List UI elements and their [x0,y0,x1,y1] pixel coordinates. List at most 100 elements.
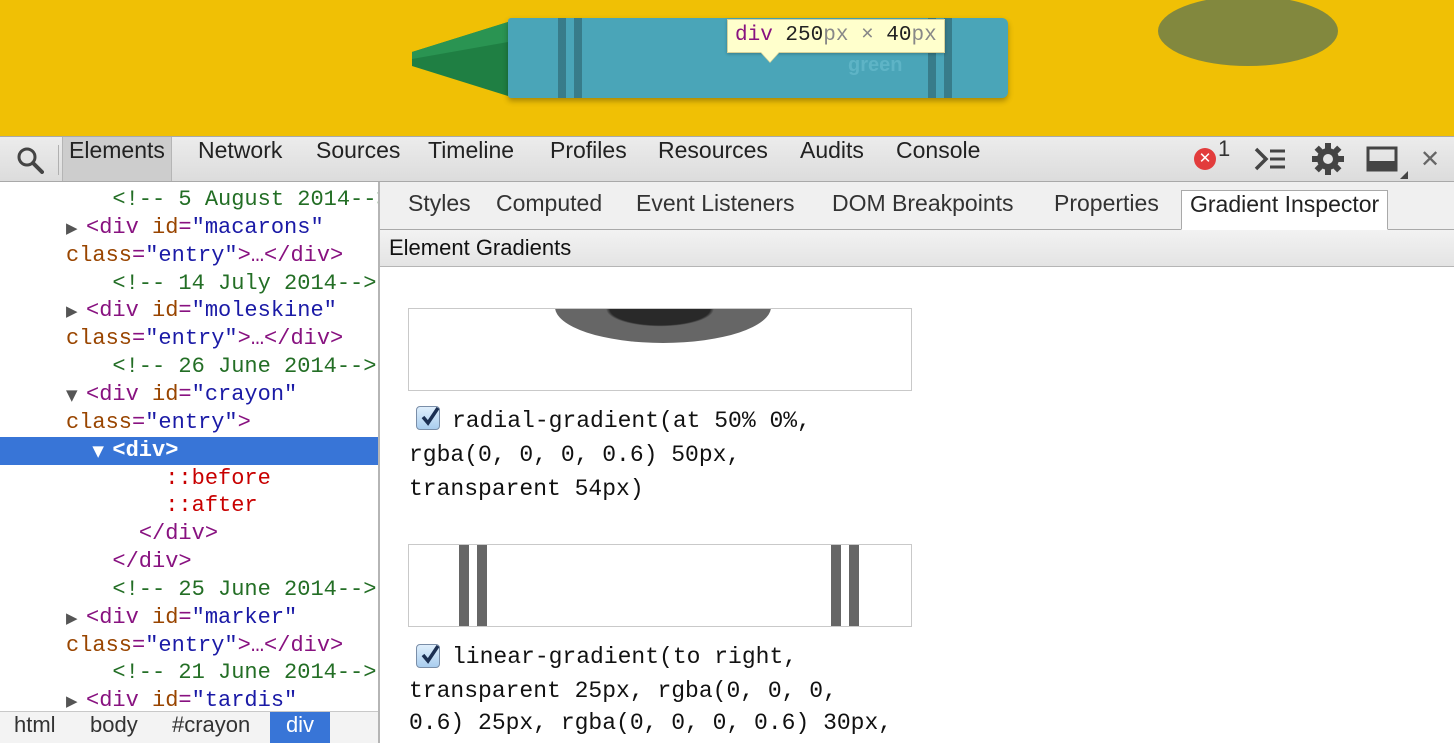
breadcrumb-div[interactable]: div [270,712,330,743]
tree-token: = [132,243,146,268]
gradient-preview [408,544,912,627]
crayon-tip [412,22,508,96]
tree-node[interactable]: class="entry"> [0,409,378,437]
tree-node[interactable]: ▶ <div id="marker" [0,604,378,632]
tree-token: <div [86,688,153,711]
tree-token: <div> [112,438,179,463]
error-count[interactable]: 1 [1218,136,1230,182]
tab-timeline[interactable]: Timeline [422,137,520,181]
tree-node[interactable]: ::after [0,492,378,520]
tree-node[interactable]: ▼ <div id="crayon" [0,381,378,409]
tree-token: id [152,605,179,630]
tree-token: "entry" [145,243,238,268]
tree-node[interactable]: class="entry">…</div> [0,632,378,660]
tree-node[interactable]: class="entry">…</div> [0,325,378,353]
elements-tree[interactable]: <!-- 5 August 2014--> ▶ <div id="macarons"… [0,182,378,711]
tab-styles[interactable]: Styles [400,190,479,230]
tree-token: id [152,215,179,240]
tree-token: = [132,326,146,351]
tooltip-tag: div [735,24,773,47]
breadcrumb-html[interactable]: html [6,712,64,743]
tab-console[interactable]: Console [890,137,986,181]
tree-node[interactable]: <!-- 14 July 2014--> [0,270,378,298]
expand-triangle-icon[interactable]: ▼ [92,437,112,465]
search-icon[interactable] [16,146,44,174]
tree-node[interactable]: <!-- 21 June 2014--> [0,659,378,687]
tree-token: "tardis" [191,688,298,711]
tree-token: <!-- 5 August 2014--> [112,187,378,212]
tab-gradient-inspector[interactable]: Gradient Inspector [1181,190,1389,230]
tree-node[interactable]: ▶ <div id="macarons" [0,214,378,242]
tree-token: "entry" [145,633,238,658]
devtools-toolbar: Elements Network Sources Timeline Profil… [0,136,1454,182]
tree-node[interactable]: </div> [0,548,378,576]
crayon-label: green [848,54,903,76]
expand-triangle-icon[interactable]: ▼ [66,381,86,409]
gear-icon[interactable] [1311,142,1345,176]
error-icon[interactable]: ✕ [1194,148,1216,170]
tree-token: "moleskine" [191,298,337,323]
tree-token: <div [86,298,153,323]
tree-node[interactable]: ::before [0,465,378,493]
check-icon [421,645,440,664]
breadcrumb-body[interactable]: body [82,712,146,743]
page-preview: green div 250px × 40px [0,0,1454,136]
tree-token: >…</div> [237,633,344,658]
tree-token: <div [86,605,153,630]
close-icon[interactable]: ✕ [1420,146,1442,172]
tree-token: = [178,298,192,323]
gradient-text-line: transparent 25px, rgba(0, 0, 0, [409,678,837,704]
tree-node-selected[interactable]: ▼ <div> [0,437,378,465]
console-drawer-icon[interactable] [1254,145,1286,173]
tree-node[interactable]: ▶ <div id="tardis" [0,687,378,711]
tab-elements[interactable]: Elements [62,137,172,181]
dock-side-icon[interactable] [1366,145,1408,179]
tab-computed[interactable]: Computed [488,190,610,230]
tree-token: id [152,382,179,407]
gradient-checkbox[interactable] [416,644,440,668]
tab-network[interactable]: Network [192,137,288,181]
tab-resources[interactable]: Resources [652,137,774,181]
collapse-triangle-icon[interactable]: ▶ [66,687,86,711]
tooltip-times: × [861,24,874,47]
collapse-triangle-icon[interactable]: ▶ [66,214,86,242]
tree-node[interactable]: <!-- 5 August 2014--> [0,186,378,214]
tooltip-width-unit: px [823,24,849,47]
gradient-checkbox[interactable] [416,406,440,430]
tab-audits[interactable]: Audits [794,137,870,181]
tree-node[interactable]: </div> [0,520,378,548]
tab-event-listeners[interactable]: Event Listeners [628,190,803,230]
tooltip-arrow-fill [761,52,779,62]
collapse-triangle-icon[interactable]: ▶ [66,297,86,325]
collapse-triangle-icon[interactable]: ▶ [66,604,86,632]
tree-token: <!-- 26 June 2014--> [112,354,377,379]
tree-token: = [178,688,192,711]
sidebar-tabs: Styles Computed Event Listeners DOM Brea… [380,182,1454,230]
tooltip-height: 40 [886,24,912,47]
tree-node[interactable]: class="entry">…</div> [0,242,378,270]
tree-node[interactable]: ▶ <div id="moleskine" [0,297,378,325]
tab-properties[interactable]: Properties [1046,190,1167,230]
tree-token: id [152,298,179,323]
tab-profiles[interactable]: Profiles [544,137,633,181]
tree-node[interactable]: <!-- 26 June 2014--> [0,353,378,381]
breadcrumb-crayon[interactable]: #crayon [164,712,258,743]
tree-token: <div [86,215,153,240]
tree-node[interactable]: <!-- 25 June 2014--> [0,576,378,604]
toolbar-separator [58,145,59,175]
tree-token: = [178,215,192,240]
tab-dom-breakpoints[interactable]: DOM Breakpoints [824,190,1022,230]
tree-token: </div> [112,549,192,574]
tree-token: ::before [165,466,271,491]
tree-token: class [66,410,133,435]
tree-token: class [66,633,133,658]
tree-token: "macarons" [191,215,324,240]
tab-sources[interactable]: Sources [310,137,406,181]
